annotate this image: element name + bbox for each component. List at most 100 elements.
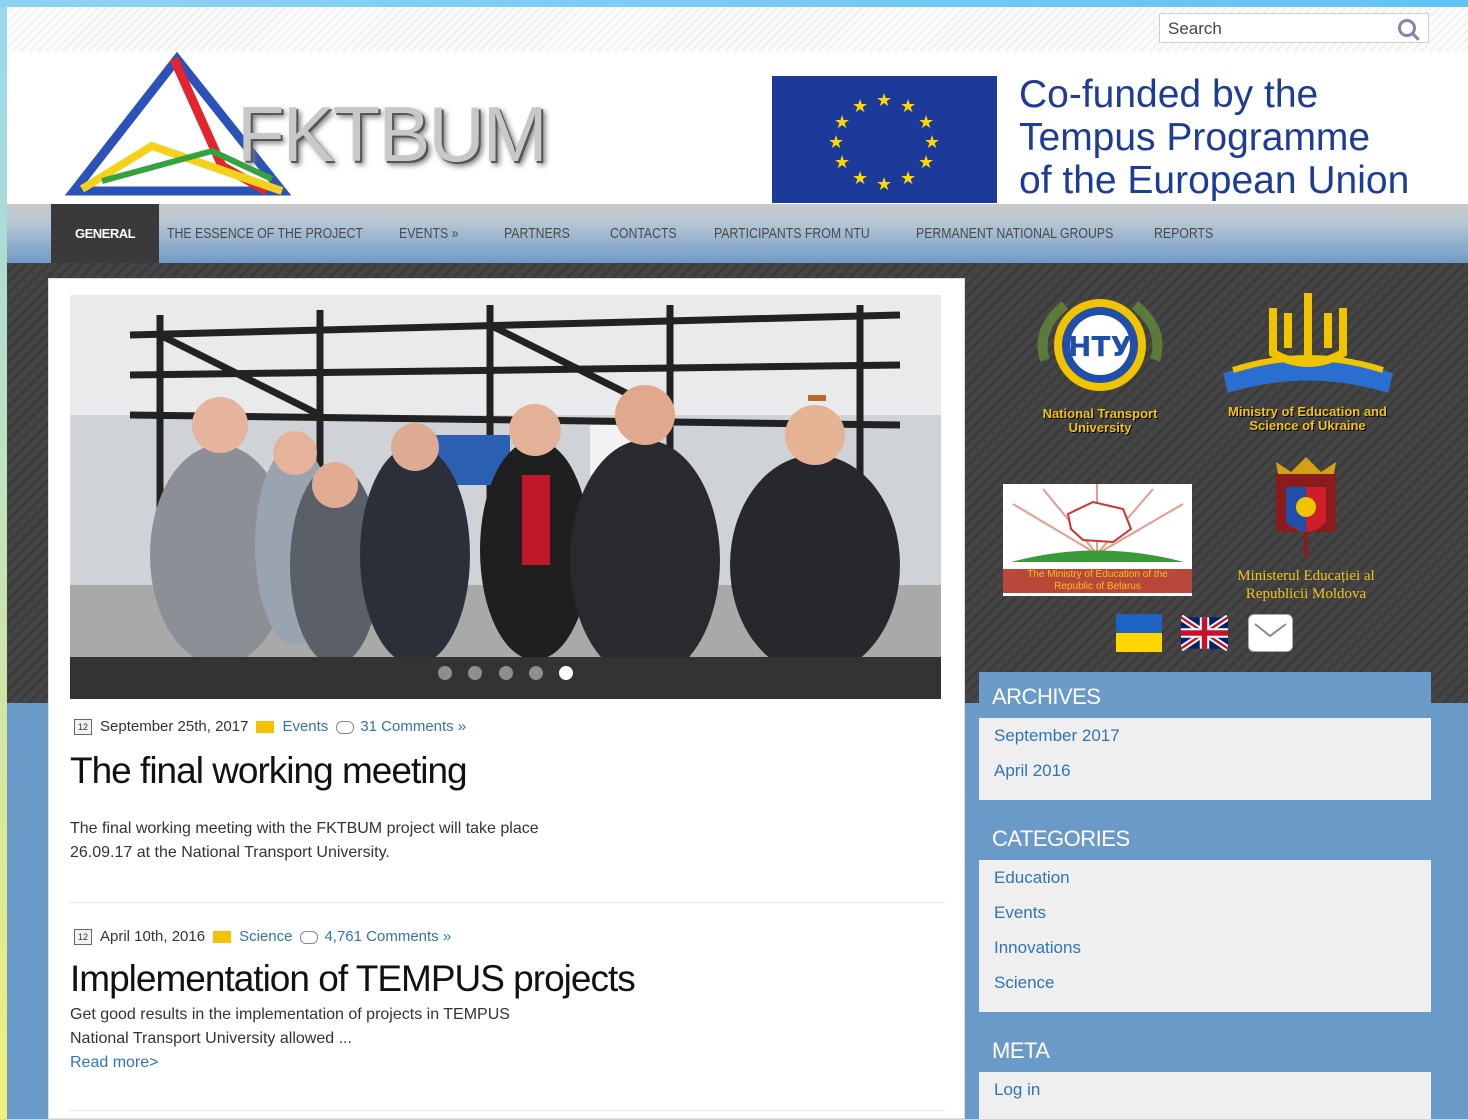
search-input[interactable] bbox=[1166, 15, 1395, 43]
post-excerpt-line: The final working meeting with the FKTBU… bbox=[70, 820, 539, 837]
meta-widget-title: META bbox=[979, 1026, 1431, 1072]
site-header: FKTBUM ★ ★ ★ ★ ★ ★ ★ ★ ★ ★ ★ ★ Co-funded by the … bbox=[7, 51, 1468, 204]
read-more-link[interactable]: Read more> bbox=[70, 1054, 159, 1071]
nav-item-essence[interactable]: THE ESSENCE OF THE PROJECT bbox=[167, 204, 363, 263]
ntu-emblem-icon: НТУ bbox=[1037, 299, 1163, 391]
svg-text:★: ★ bbox=[900, 168, 916, 189]
post-excerpt: Get good results in the implementation o… bbox=[70, 1003, 510, 1075]
image-slider[interactable] bbox=[70, 295, 941, 699]
mon-ukraine-logo[interactable]: Ministry of Education and Science of Ukr… bbox=[1210, 288, 1405, 433]
belarus-ministry-logo[interactable]: The Ministry of Education of the Republi… bbox=[1003, 484, 1192, 596]
post-date: April 10th, 2016 bbox=[100, 928, 206, 945]
category-link[interactable]: Science bbox=[994, 973, 1054, 993]
ntu-caption: National Transport University bbox=[1020, 407, 1180, 435]
categories-widget-title: CATEGORIES bbox=[979, 814, 1431, 860]
window-frame-top bbox=[0, 0, 1468, 7]
ukraine-trident-icon bbox=[1222, 293, 1393, 393]
nav-item-reports[interactable]: REPORTS bbox=[1154, 204, 1213, 263]
uk-flag-icon[interactable] bbox=[1181, 614, 1228, 652]
post-category-link[interactable]: Events bbox=[282, 718, 328, 735]
comment-icon bbox=[300, 930, 319, 944]
mail-icon[interactable] bbox=[1248, 614, 1293, 652]
nav-item-contacts[interactable]: CONTACTS bbox=[610, 204, 677, 263]
nav-item-participants[interactable]: PARTICIPANTS FROM NTU bbox=[714, 204, 870, 263]
svg-text:★: ★ bbox=[852, 96, 868, 117]
category-link[interactable]: Innovations bbox=[994, 938, 1081, 958]
window-frame-left bbox=[0, 0, 7, 1119]
search-box[interactable] bbox=[1159, 13, 1429, 43]
svg-text:★: ★ bbox=[828, 132, 844, 153]
mon-caption: Ministry of Education and Science of Ukr… bbox=[1210, 405, 1405, 433]
ntu-emblem-text: НТУ bbox=[1068, 330, 1132, 363]
slider-dot[interactable] bbox=[528, 666, 543, 680]
nav-item-national-groups[interactable]: PERMANENT NATIONAL GROUPS bbox=[916, 204, 1113, 263]
eu-cofunded-text: Co-funded by the Tempus Programme of the… bbox=[1019, 73, 1409, 202]
slider-dot-active[interactable] bbox=[559, 666, 574, 680]
category-link[interactable]: Education bbox=[994, 868, 1070, 888]
svg-text:★: ★ bbox=[834, 152, 850, 173]
svg-text:★: ★ bbox=[918, 152, 934, 173]
svg-text:★: ★ bbox=[852, 168, 868, 189]
svg-text:★: ★ bbox=[876, 90, 892, 111]
svg-text:★: ★ bbox=[900, 96, 916, 117]
comment-icon bbox=[336, 720, 355, 734]
post-excerpt-line: 26.09.17 at the National Transport Unive… bbox=[70, 844, 390, 861]
moldova-caption-line: Ministerul Educației al bbox=[1237, 568, 1375, 584]
calendar-icon: 12 bbox=[74, 719, 92, 736]
belarus-caption-line: Republic of Belarus bbox=[1054, 581, 1141, 592]
svg-text:★: ★ bbox=[924, 132, 940, 153]
eu-flag-icon: ★ ★ ★ ★ ★ ★ ★ ★ ★ ★ ★ ★ bbox=[772, 76, 997, 203]
archive-link[interactable]: April 2016 bbox=[994, 761, 1071, 781]
search-icon[interactable] bbox=[1398, 19, 1416, 37]
fktbum-logo-text[interactable]: FKTBUM bbox=[237, 89, 548, 180]
eu-line: Tempus Programme bbox=[1019, 116, 1371, 159]
post-meta: 12 September 25th, 2017 Events 31 Comments … bbox=[74, 718, 466, 736]
nav-item-events[interactable]: EVENTS » bbox=[399, 204, 458, 263]
meta-list: Log in bbox=[979, 1072, 1431, 1119]
post-date: September 25th, 2017 bbox=[100, 718, 249, 735]
mon-caption-line: Ministry of Education and bbox=[1228, 404, 1387, 419]
main-nav: GENERAL THE ESSENCE OF THE PROJECT EVENT… bbox=[7, 204, 1468, 263]
slider-dot[interactable] bbox=[437, 666, 452, 680]
archive-link[interactable]: September 2017 bbox=[994, 726, 1120, 746]
belarus-map-icon bbox=[1011, 484, 1184, 562]
post-excerpt: The final working meeting with the FKTBU… bbox=[70, 817, 539, 865]
calendar-icon: 12 bbox=[74, 929, 92, 946]
archives-widget-title: ARCHIVES bbox=[979, 672, 1431, 718]
post-divider bbox=[70, 1110, 945, 1111]
eu-line: Co-funded by the bbox=[1019, 73, 1319, 116]
post-title[interactable]: The final working meeting bbox=[70, 750, 468, 792]
post-comments-link[interactable]: 4,761 Comments » bbox=[324, 928, 451, 945]
ntu-caption-line: National Transport bbox=[1042, 406, 1158, 421]
moldova-coat-of-arms-icon bbox=[1276, 457, 1336, 557]
svg-text:★: ★ bbox=[876, 174, 892, 195]
svg-text:★: ★ bbox=[918, 112, 934, 133]
slide-photo bbox=[70, 295, 941, 680]
category-link[interactable]: Events bbox=[994, 903, 1046, 923]
ukraine-flag-icon[interactable] bbox=[1116, 614, 1162, 652]
post-category-link[interactable]: Science bbox=[239, 928, 292, 945]
slider-dot[interactable] bbox=[468, 666, 483, 680]
login-link[interactable]: Log in bbox=[994, 1080, 1040, 1100]
belarus-caption: The Ministry of Education of the Republi… bbox=[1003, 569, 1192, 593]
nav-item-partners[interactable]: PARTNERS bbox=[504, 204, 570, 263]
moldova-caption: Ministerul Educației al Republicii Moldo… bbox=[1218, 567, 1394, 603]
moldova-caption-line: Republicii Moldova bbox=[1245, 586, 1367, 602]
svg-text:★: ★ bbox=[834, 112, 850, 133]
post-title[interactable]: Implementation of TEMPUS projects bbox=[70, 958, 636, 1000]
mon-caption-line: Science of Ukraine bbox=[1249, 418, 1366, 433]
belarus-caption-line: The Ministry of Education of the bbox=[1027, 569, 1168, 580]
ntu-logo[interactable]: НТУ National Transport University bbox=[1020, 290, 1180, 435]
moldova-ministry-logo[interactable]: Ministerul Educației al Republicii Moldo… bbox=[1218, 452, 1394, 603]
folder-icon bbox=[213, 931, 232, 944]
archives-list: September 2017 April 2016 bbox=[979, 718, 1431, 800]
folder-icon bbox=[256, 721, 275, 734]
post-meta: 12 April 10th, 2016 Science 4,761 Comments … bbox=[74, 928, 451, 946]
ntu-caption-line: University bbox=[1068, 420, 1132, 435]
post-comments-link[interactable]: 31 Comments » bbox=[360, 718, 466, 735]
nav-item-general[interactable]: GENERAL bbox=[51, 204, 160, 263]
slider-dot[interactable] bbox=[498, 666, 513, 680]
slider-dots bbox=[70, 666, 941, 685]
post-divider bbox=[70, 902, 945, 903]
post-excerpt-line: National Transport University allowed ..… bbox=[70, 1030, 352, 1047]
